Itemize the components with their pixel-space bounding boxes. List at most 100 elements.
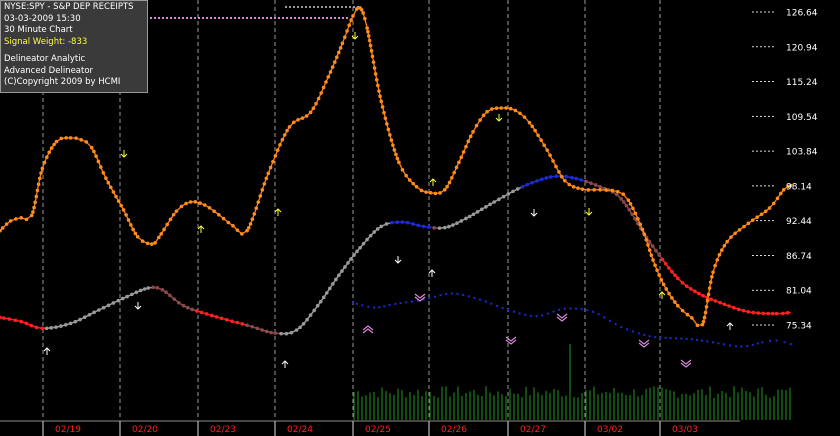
price-point (343, 35, 347, 39)
price-point (580, 187, 585, 191)
price-point (571, 184, 576, 189)
price-point (504, 106, 508, 110)
price-point (713, 263, 717, 268)
price-point (653, 263, 657, 268)
analytic-point (756, 342, 759, 345)
delineator-point (106, 303, 111, 308)
delineator-point (395, 220, 399, 224)
chart-info-box: NYSE:SPY - S&P DEP RECEIPTS 03-03-2009 1… (0, 0, 148, 93)
price-point (695, 323, 700, 328)
price-point (4, 222, 9, 226)
analytic-point (373, 306, 376, 309)
price-point (49, 146, 54, 150)
delineator-point (736, 307, 741, 312)
delineator-point (627, 207, 632, 212)
price-point (383, 116, 388, 121)
price-point (202, 203, 207, 207)
price-point (640, 227, 645, 232)
price-point (314, 101, 318, 106)
delineator-point (301, 321, 306, 326)
delineator-point (660, 257, 665, 262)
xtick-label: 02/23 (210, 425, 236, 435)
price-point (340, 41, 345, 46)
price-point (361, 11, 365, 15)
delineator-point (337, 273, 341, 278)
delineator-point (312, 308, 316, 313)
price-point (240, 232, 244, 236)
analytic-point (674, 337, 677, 340)
price-point (655, 268, 659, 273)
delineator-point (722, 302, 727, 307)
delineator-point (260, 328, 264, 332)
price-point (759, 212, 764, 217)
delineator-point (756, 311, 761, 315)
price-point (508, 106, 513, 111)
delineator-point (349, 257, 353, 261)
delineator-point (34, 325, 39, 330)
delineator-point (235, 320, 240, 325)
delineator-point (151, 285, 156, 290)
delineator-point (49, 326, 54, 330)
price-point (474, 123, 479, 128)
xtick-label: 02/19 (55, 425, 81, 435)
delineator-point (515, 187, 520, 191)
analytic-point (524, 313, 527, 316)
delineator-point (130, 292, 134, 297)
delineator-point (731, 305, 736, 310)
analytic-point (712, 341, 715, 344)
price-point (64, 136, 68, 140)
delineator-point (459, 219, 464, 223)
price-point (300, 116, 305, 120)
price-point (557, 170, 561, 174)
copyright-label: (C)Copyright 2009 by HCMI (4, 77, 121, 87)
delineator-point (781, 311, 785, 316)
delineator-point (384, 222, 389, 226)
price-point (382, 110, 386, 115)
price-point (706, 292, 711, 297)
price-point (35, 188, 40, 193)
analytic-point (456, 292, 459, 295)
price-point (332, 60, 337, 64)
price-point (518, 111, 522, 116)
delineator-point (19, 319, 23, 324)
price-point (296, 118, 300, 122)
price-point (326, 75, 331, 79)
price-point (729, 235, 733, 239)
price-point (499, 106, 504, 110)
delineator-point (204, 312, 209, 316)
analytic-point (592, 310, 595, 313)
delineator-point (506, 192, 511, 196)
analytic-point (696, 338, 699, 341)
delineator-point (405, 220, 410, 225)
delineator-point (761, 311, 766, 316)
delineator-point (375, 227, 380, 231)
price-point (321, 85, 326, 90)
price-point (628, 202, 633, 206)
delineator-point (358, 245, 362, 250)
price-point (336, 50, 341, 55)
delineator-point (544, 176, 549, 180)
price-point (781, 187, 786, 192)
price-point (37, 176, 42, 181)
xtick-label: 02/20 (132, 425, 158, 435)
price-point (414, 184, 419, 189)
price-point (124, 213, 128, 217)
price-point (389, 138, 394, 142)
delineator-point (455, 221, 459, 225)
delineator-point (368, 233, 373, 238)
price-point (680, 308, 685, 313)
price-point (388, 133, 392, 137)
price-point (32, 205, 36, 210)
delineator-point (701, 293, 705, 298)
analytic-point (445, 292, 448, 295)
price-point (464, 144, 468, 149)
price-point (104, 176, 108, 181)
analytic-point (518, 312, 521, 315)
delineator-point (40, 326, 45, 331)
price-point (386, 127, 391, 132)
price-point (153, 241, 157, 245)
price-point (99, 165, 103, 169)
delineator-point (168, 293, 172, 298)
analytic-point (580, 308, 583, 311)
price-point (442, 187, 447, 192)
